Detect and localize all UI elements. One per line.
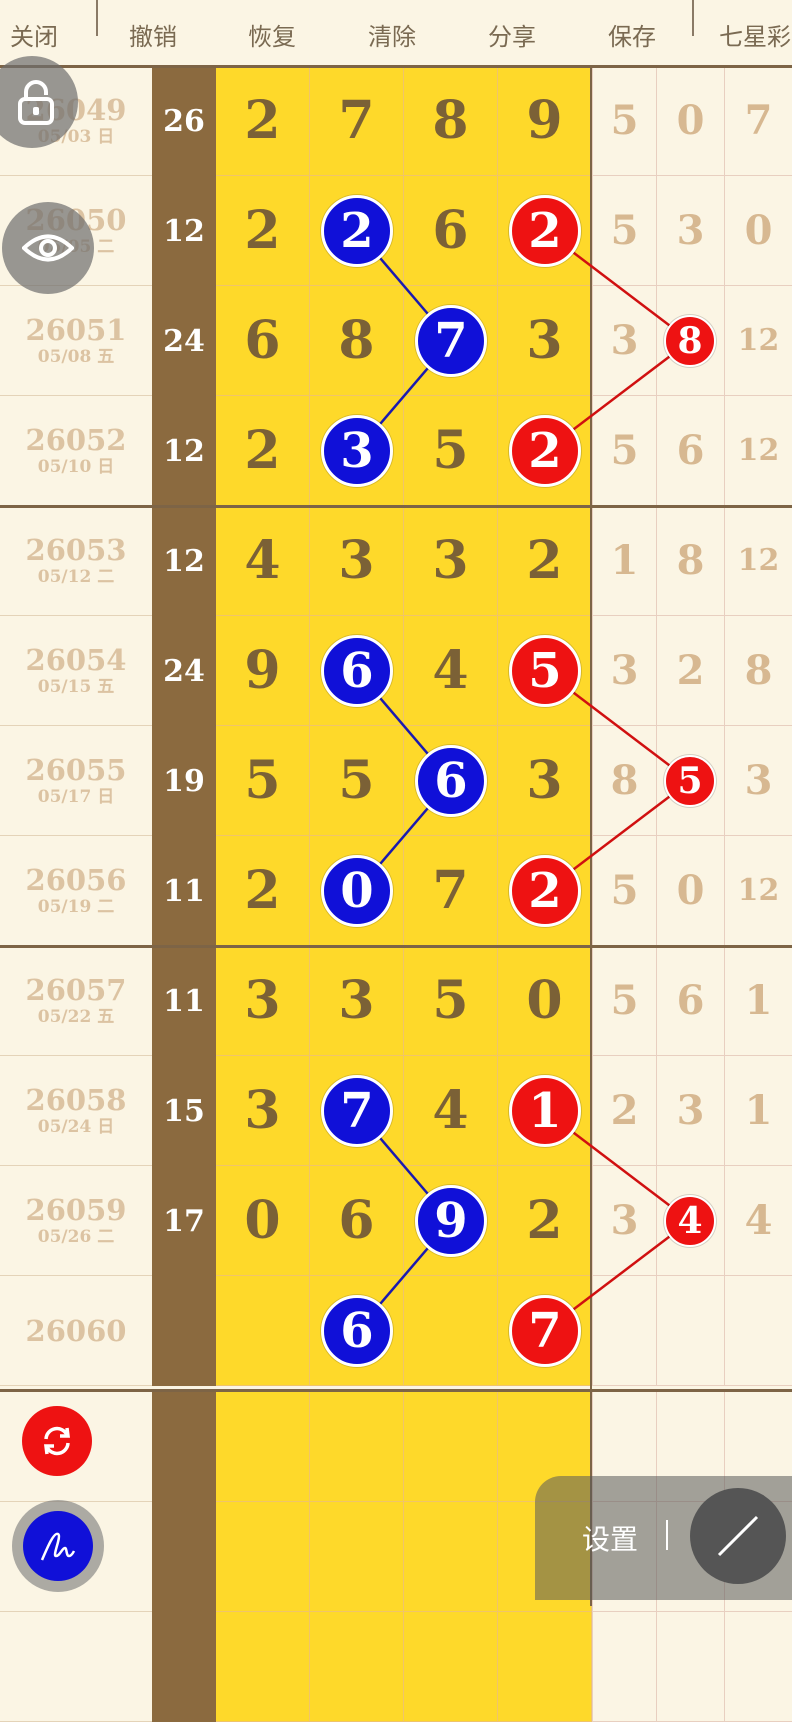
settings-divider [666, 1520, 668, 1550]
red-ball[interactable]: 8 [664, 315, 716, 367]
eye-icon [22, 234, 74, 262]
blue-ball[interactable]: 7 [321, 1075, 393, 1147]
digit-cell[interactable] [498, 1612, 592, 1722]
blue-ball[interactable]: 7 [415, 305, 487, 377]
signature-icon [40, 1532, 76, 1561]
signature-button[interactable] [12, 1500, 104, 1592]
blue-ball[interactable]: 3 [321, 415, 393, 487]
extra-cell[interactable] [724, 1612, 792, 1722]
red-ball[interactable]: 5 [509, 635, 581, 707]
extra-cell[interactable] [656, 1612, 724, 1722]
blue-ball[interactable]: 9 [415, 1185, 487, 1257]
blue-ball[interactable]: 6 [321, 635, 393, 707]
digit-cell[interactable] [216, 1612, 310, 1722]
settings-button[interactable]: 设置 [582, 1518, 638, 1558]
refresh-icon [44, 1426, 70, 1456]
red-ball[interactable]: 4 [664, 1195, 716, 1247]
blue-ball[interactable]: 6 [321, 1295, 393, 1367]
red-ball[interactable]: 7 [509, 1295, 581, 1367]
pen-button[interactable] [690, 1488, 786, 1584]
lock-icon [18, 80, 54, 125]
digit-cell[interactable] [310, 1612, 404, 1722]
blue-ball[interactable]: 6 [415, 745, 487, 817]
red-ball[interactable]: 5 [664, 755, 716, 807]
blue-ball[interactable]: 2 [321, 195, 393, 267]
digit-cell[interactable] [404, 1612, 498, 1722]
extra-cell[interactable] [592, 1612, 656, 1722]
blue-ball[interactable]: 0 [321, 855, 393, 927]
red-ball[interactable]: 2 [509, 195, 581, 267]
red-ball[interactable]: 2 [509, 415, 581, 487]
refresh-button[interactable] [22, 1406, 92, 1476]
red-ball[interactable]: 2 [509, 855, 581, 927]
empty-row [0, 1612, 792, 1722]
eye-button[interactable] [2, 202, 94, 294]
issue-cell [0, 1612, 152, 1722]
pen-icon [717, 1515, 759, 1557]
sum-cell [152, 1612, 216, 1722]
red-ball[interactable]: 1 [509, 1075, 581, 1147]
